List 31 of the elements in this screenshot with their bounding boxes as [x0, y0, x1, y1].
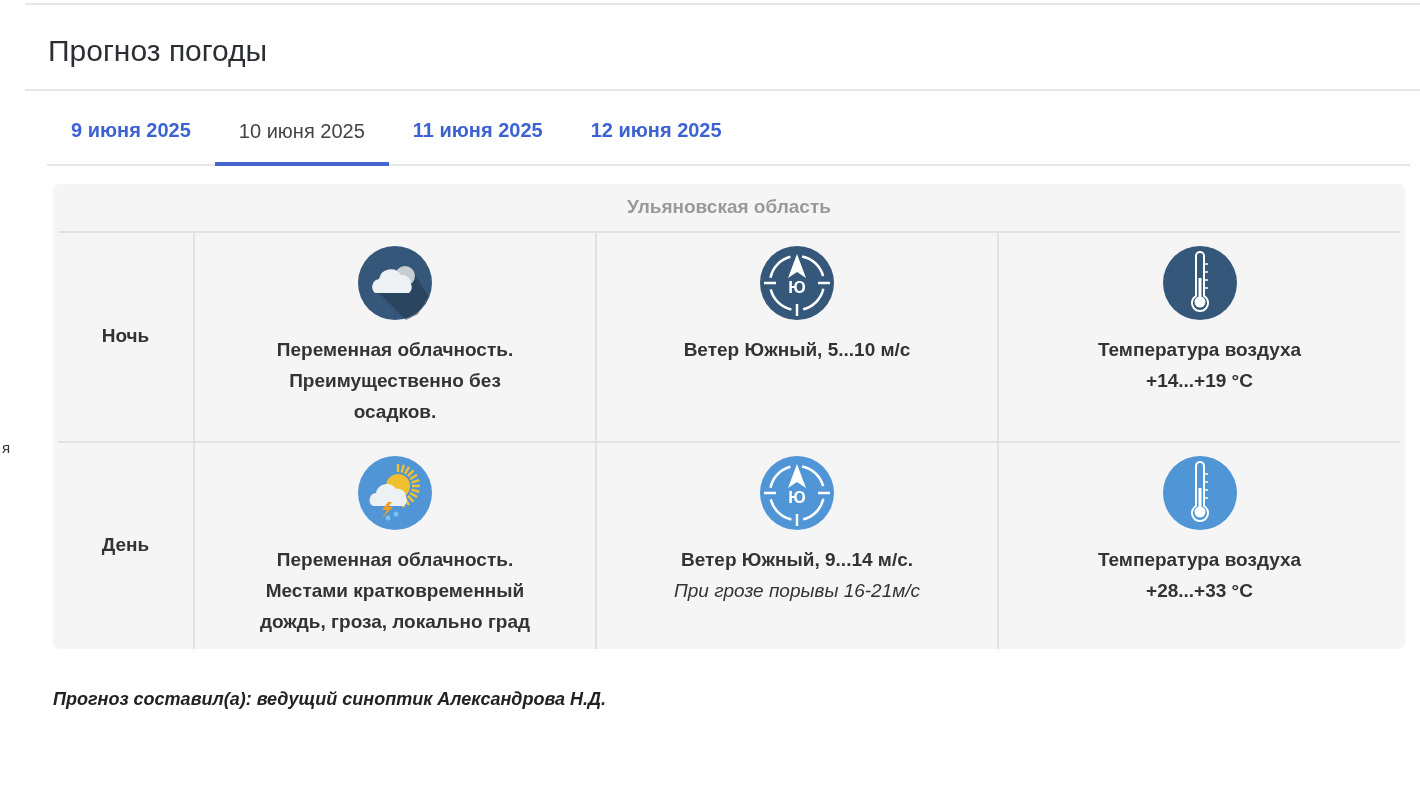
weather-description: дождь, гроза, локально град — [259, 609, 531, 634]
weather-description: осадков. — [353, 399, 437, 424]
date-tab[interactable]: 12 июня 2025 — [566, 113, 746, 164]
temperature-text: Температура воздуха — [1097, 547, 1302, 572]
period-label: День — [101, 533, 150, 558]
cloud-moon-icon — [358, 245, 432, 320]
forecaster-credit: Прогноз составил(а): ведущий синоптик Александрова Н.Д. — [53, 687, 607, 711]
wind-direction-letter: Ю — [787, 277, 807, 298]
gust-note: При грозе порывы 16-21м/с — [673, 578, 921, 603]
page-title: Прогноз погоды — [48, 33, 268, 69]
wind-text: Ветер Южный, 9...14 м/с. — [681, 547, 913, 572]
sidebar-text-fragment: я — [1, 438, 10, 458]
date-tab[interactable]: 10 июня 2025 — [214, 113, 389, 166]
date-tab[interactable]: 11 июня 2025 — [388, 113, 567, 164]
date-tab[interactable]: 9 июня 2025 — [47, 113, 215, 164]
period-label: Ночь — [101, 324, 150, 349]
weather-description: Преимущественно без — [289, 368, 501, 393]
temperature-text: +14...+19 °С — [1146, 368, 1253, 393]
thermometer-icon — [1162, 455, 1237, 530]
region-heading: Ульяновская область — [58, 184, 1400, 233]
wind-text: Ветер Южный, 5...10 м/с — [683, 337, 911, 362]
compass-icon — [760, 455, 834, 530]
compass-icon — [760, 245, 834, 320]
weather-description: Местами кратковременный — [265, 578, 525, 603]
thermometer-icon — [1162, 245, 1237, 320]
weather-description: Переменная облачность. — [276, 547, 514, 572]
temperature-text: Температура воздуха — [1097, 337, 1302, 362]
wind-direction-letter: Ю — [787, 487, 807, 508]
sun-storm-cloud-icon — [358, 455, 432, 530]
temperature-text: +28...+33 °С — [1146, 578, 1253, 603]
weather-description: Переменная облачность. — [276, 337, 514, 362]
